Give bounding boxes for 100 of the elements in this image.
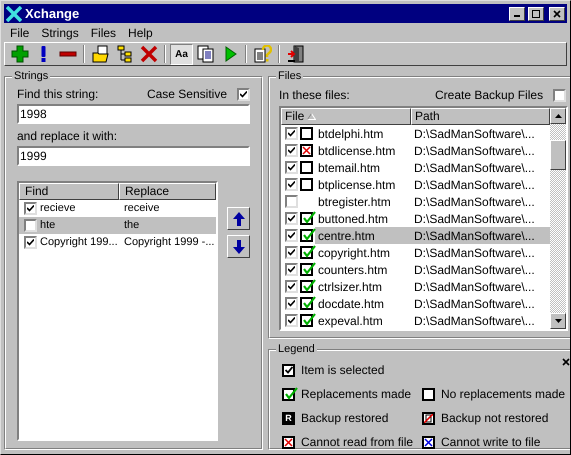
menu-item[interactable]: Help [123, 24, 158, 42]
check-icon [284, 366, 292, 374]
check-icon [240, 90, 247, 98]
legend-label: Replacements made [301, 386, 412, 403]
list-row[interactable]: Copyright 199... Copyright 1999 -... [19, 234, 216, 251]
field-label: and replace it with: [17, 128, 118, 145]
checkbox[interactable] [24, 219, 37, 232]
checkbox[interactable] [285, 297, 298, 310]
menu-item[interactable]: File [5, 24, 34, 42]
column-header[interactable]: File [281, 108, 411, 125]
window-title: Xchange [25, 4, 80, 23]
move-up-button[interactable] [227, 207, 250, 230]
list-row[interactable]: centre.htm D:\SadManSoftware\... [315, 227, 550, 244]
checkbox[interactable] [285, 212, 298, 225]
checkbox[interactable] [285, 314, 298, 327]
list-row[interactable]: btplicense.htm D:\SadManSoftware\... [315, 176, 550, 193]
table-cell-text: btregister.htm [317, 194, 392, 210]
column-header[interactable]: Path [411, 108, 550, 125]
checkbox[interactable] [285, 229, 298, 242]
check-icon [288, 266, 295, 273]
table-cell-text: D:\SadManSoftware\... [413, 312, 536, 329]
checkbox[interactable] [285, 127, 298, 140]
minimize-button[interactable] [509, 6, 525, 20]
checkbox[interactable] [285, 178, 298, 191]
help-icon [254, 45, 272, 63]
scroll-down-icon [554, 319, 562, 323]
table-cell-text: the [123, 218, 140, 234]
table-cell-text: D:\SadManSoftware\... [413, 142, 536, 160]
list-row[interactable]: btregister.htm D:\SadManSoftware\... [315, 193, 550, 210]
table-cell-text: btdelphi.htm [317, 126, 384, 142]
checkbox[interactable] [24, 202, 37, 215]
maximize-icon [532, 10, 540, 18]
check-icon [302, 313, 316, 327]
input-field[interactable]: 1998 [17, 104, 250, 124]
group-title: Legend [276, 342, 317, 356]
check-icon [288, 283, 295, 290]
door-icon [286, 45, 304, 63]
checkbox[interactable] [237, 88, 250, 100]
check-icon [27, 205, 34, 212]
list-row[interactable]: btemail.htm D:\SadManSoftware\... [315, 159, 550, 176]
table-cell-text: btplicense.htm [317, 176, 396, 194]
case-button[interactable]: Aa [170, 44, 193, 64]
check-icon [288, 317, 295, 324]
folder-icon [92, 45, 110, 63]
legend-label: Item is selected [301, 362, 384, 379]
list-row[interactable]: btdlicense.htm D:\SadManSoftware\... [315, 142, 550, 159]
list-row[interactable]: expeval.htm D:\SadManSoftware\... [315, 312, 550, 329]
check-icon [27, 239, 34, 246]
maximize-button[interactable] [528, 6, 544, 20]
move-down-button[interactable] [227, 235, 250, 258]
table-cell-text: copyright.htm [317, 244, 392, 262]
checkbox[interactable] [285, 263, 298, 276]
menu-item[interactable]: Strings [36, 24, 84, 42]
list-row[interactable]: counters.htm D:\SadManSoftware\... [315, 261, 550, 278]
table-cell-text: D:\SadManSoftware\... [413, 244, 536, 262]
table-cell-text: btemail.htm [317, 160, 382, 176]
minimize-icon [514, 15, 520, 17]
check-icon [288, 249, 295, 256]
app-logo-icon [6, 6, 22, 22]
check-icon [288, 130, 295, 137]
checkbox-label: Case Sensitive [146, 86, 227, 103]
list-row[interactable]: buttoned.htm D:\SadManSoftware\... [315, 210, 550, 227]
arrow-up-icon [232, 212, 244, 226]
table-cell-text: D:\SadManSoftware\... [413, 210, 536, 228]
menu-item[interactable]: Files [86, 24, 122, 42]
list-row[interactable]: docdate.htm D:\SadManSoftware\... [315, 295, 550, 312]
table-cell-text: ctrlsizer.htm [317, 278, 384, 296]
check-icon [284, 386, 298, 400]
checkbox[interactable] [285, 280, 298, 293]
table-cell-text: Copyright 1999 -... [123, 235, 216, 250]
list-row[interactable]: ctrlsizer.htm D:\SadManSoftware\... [315, 278, 550, 295]
close-icon[interactable] [562, 358, 570, 366]
checkbox[interactable] [285, 144, 298, 157]
close-icon [553, 10, 561, 18]
table-cell-text: counters.htm [317, 262, 388, 278]
table-cell-text: D:\SadManSoftware\... [413, 262, 536, 278]
checkbox[interactable] [285, 161, 298, 174]
checkbox[interactable] [285, 246, 298, 259]
table-cell-text: docdate.htm [317, 296, 386, 312]
list-row[interactable]: btdelphi.htm D:\SadManSoftware\... [315, 125, 550, 142]
checkbox[interactable] [553, 88, 566, 102]
close-button[interactable] [549, 6, 565, 20]
status-icon: R [282, 412, 295, 424]
input-field[interactable]: 1999 [17, 146, 250, 166]
column-header[interactable]: Replace [119, 183, 216, 200]
check-icon [288, 181, 295, 188]
scrollbar[interactable] [550, 108, 566, 329]
table-cell-text: D:\SadManSoftware\... [413, 160, 536, 176]
scroll-thumb[interactable] [550, 140, 566, 170]
column-header[interactable]: Find [19, 183, 119, 200]
tree-icon [116, 45, 134, 63]
exclamation-icon [41, 46, 46, 62]
check-icon [288, 300, 295, 307]
list-row[interactable]: hte the [19, 217, 216, 234]
checkbox[interactable] [24, 236, 37, 249]
checkbox[interactable] [285, 195, 298, 208]
table-cell-text: hte [39, 218, 56, 234]
table-cell-text: recieve [39, 201, 76, 216]
list-row[interactable]: recieve receive [19, 200, 216, 217]
list-row[interactable]: copyright.htm D:\SadManSoftware\... [315, 244, 550, 261]
